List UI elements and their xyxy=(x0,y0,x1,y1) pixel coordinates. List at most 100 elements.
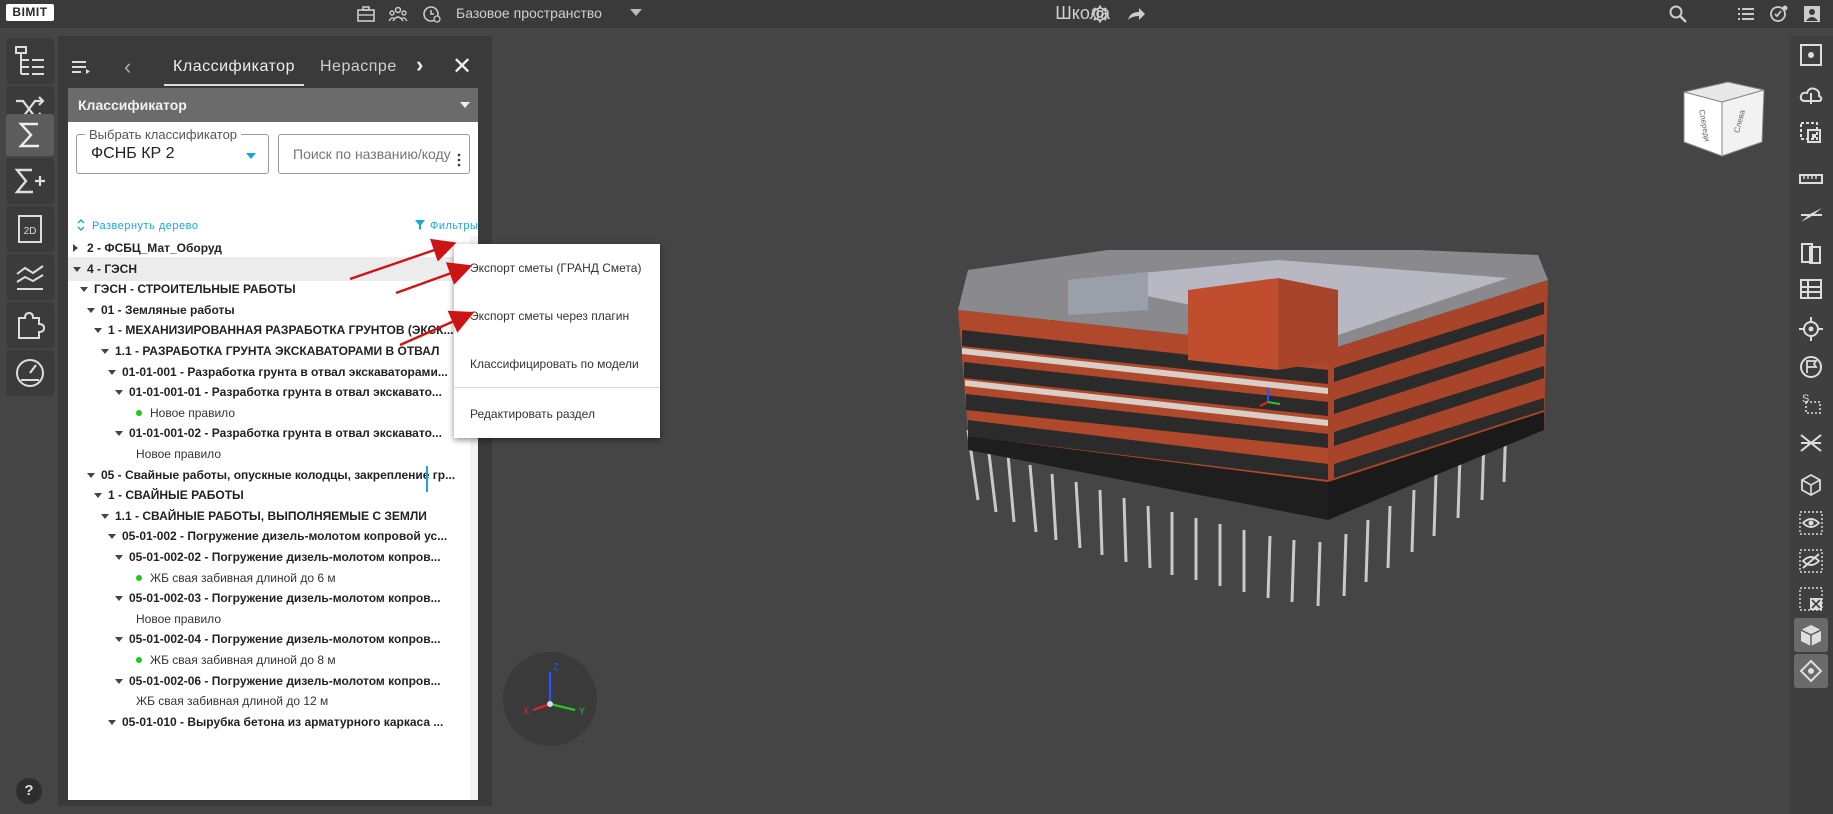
eye-icon[interactable] xyxy=(1794,506,1828,540)
status-dot xyxy=(136,657,142,663)
2d-icon[interactable]: 2D xyxy=(6,206,54,252)
expand-arrow-icon[interactable] xyxy=(115,637,123,643)
select-dimension-icon[interactable]: S xyxy=(1794,386,1828,420)
team-icon[interactable] xyxy=(386,2,410,26)
menu-item-export-plugin[interactable]: Экспорт сметы через плагин xyxy=(454,292,660,340)
box-view-icon[interactable] xyxy=(1794,618,1828,652)
bimit-logo[interactable]: BIMIT xyxy=(6,4,54,21)
classifier-panel: ‹ Классификатор Нераспре › ✕ Классификат… xyxy=(58,36,492,806)
layers-icon[interactable] xyxy=(1794,236,1828,270)
briefcase-icon[interactable] xyxy=(354,2,378,26)
filters-button[interactable]: Фильтры xyxy=(430,220,478,232)
search-icon[interactable] xyxy=(1666,2,1690,26)
tree-node-row[interactable]: 05-01-010 - Вырубка бетона из арматурног… xyxy=(68,710,466,734)
expand-arrow-icon[interactable] xyxy=(115,596,123,602)
menu-item-export-grand[interactable]: Экспорт сметы (ГРАНД Смета) xyxy=(454,244,660,292)
classifier-body: Выбрать классификатор ФСНБ КР 2 Разверну… xyxy=(68,122,478,800)
filter-icon[interactable] xyxy=(414,218,426,230)
chevron-down-icon[interactable] xyxy=(246,153,256,159)
notifications-icon[interactable] xyxy=(1766,2,1790,26)
classifier-select[interactable]: Выбрать классификатор ФСНБ КР 2 xyxy=(76,127,269,174)
space-selector[interactable]: Базовое пространство xyxy=(456,0,646,28)
target-icon[interactable] xyxy=(1794,312,1828,346)
close-icon[interactable]: ✕ xyxy=(452,52,472,81)
expand-arrow-icon[interactable] xyxy=(115,390,123,396)
context-menu: Экспорт сметы (ГРАНД Смета) Экспорт смет… xyxy=(454,244,660,438)
scroll-indicator xyxy=(426,466,428,492)
expand-arrow-icon[interactable] xyxy=(108,719,116,725)
collapse-arrow-icon[interactable] xyxy=(73,244,78,252)
help-button[interactable]: ? xyxy=(16,778,42,804)
share-icon[interactable] xyxy=(1124,2,1148,26)
expand-collapse-icon[interactable] xyxy=(76,218,86,232)
gauge-icon[interactable] xyxy=(6,350,54,396)
grid-icon[interactable] xyxy=(1794,272,1828,306)
tree-icon[interactable] xyxy=(6,38,54,84)
status-dot xyxy=(136,409,142,416)
axis-gizmo[interactable]: Z Y X xyxy=(503,652,597,746)
classifier-tree: 2 - ФСБЦ_Мат_Оборуд 4 - ГЭСН ГЭСН - СТРОИТ… xyxy=(68,236,466,800)
cube-icon[interactable] xyxy=(1794,468,1828,502)
expand-arrow-icon[interactable] xyxy=(94,493,102,499)
sum-plus-icon[interactable] xyxy=(6,158,54,204)
tab-classifier[interactable]: Классификатор xyxy=(164,52,304,86)
top-bar: BIMIT Базовое пространство Школа xyxy=(0,0,1833,28)
clock-settings-icon[interactable] xyxy=(420,2,444,26)
classifier-select-label: Выбрать классификатор xyxy=(85,127,242,142)
gear-icon[interactable] xyxy=(1088,2,1112,26)
gizmo-axis-x: X xyxy=(523,706,529,716)
section-icon[interactable] xyxy=(1794,198,1828,232)
puzzle-icon[interactable] xyxy=(6,302,54,348)
list-icon[interactable] xyxy=(1734,2,1758,26)
classifier-section-header[interactable]: Классификатор xyxy=(68,88,478,122)
expand-arrow-icon[interactable] xyxy=(115,678,123,684)
menu-item-edit-section[interactable]: Редактировать раздел xyxy=(454,390,660,438)
menu-icon[interactable] xyxy=(70,56,92,78)
classifier-section-title: Классификатор xyxy=(78,97,187,113)
sum-icon[interactable] xyxy=(6,114,54,156)
ruler-icon[interactable] xyxy=(1794,162,1828,196)
chart-lines-icon[interactable] xyxy=(6,254,54,300)
tab-unassigned[interactable]: Нераспре xyxy=(320,52,468,86)
expand-arrow-icon[interactable] xyxy=(108,534,116,540)
chevron-down-icon[interactable] xyxy=(460,102,470,108)
expand-arrow-icon[interactable] xyxy=(101,349,109,354)
search-input[interactable] xyxy=(278,134,470,174)
view-cube[interactable]: Спереди Слева xyxy=(1676,78,1768,160)
chevron-left-icon[interactable]: ‹ xyxy=(124,54,131,80)
right-tool-rail: S xyxy=(1790,36,1833,814)
fit-view-icon[interactable] xyxy=(1794,38,1828,72)
tree-row-label: 05-01-010 - Вырубка бетона из арматурног… xyxy=(122,714,444,729)
gizmo-axis-y: Y xyxy=(579,706,585,716)
clear-selection-icon[interactable] xyxy=(1794,582,1828,616)
menu-item-classify-by-model[interactable]: Классифицировать по модели xyxy=(454,340,660,388)
building-model[interactable] xyxy=(948,250,1548,630)
classifier-select-value: ФСНБ КР 2 xyxy=(91,145,175,162)
more-vert-icon[interactable] xyxy=(457,153,461,167)
cloud-icon[interactable] xyxy=(1794,78,1828,112)
crossing-icon[interactable] xyxy=(1794,426,1828,460)
expand-arrow-icon[interactable] xyxy=(101,513,109,519)
flag-icon[interactable] xyxy=(1794,350,1828,384)
expand-arrow-icon[interactable] xyxy=(80,287,88,293)
expand-tree-button[interactable]: Развернуть дерево xyxy=(92,220,198,232)
chevron-down-icon[interactable] xyxy=(630,9,642,16)
account-icon[interactable] xyxy=(1800,2,1824,26)
menu-divider xyxy=(454,387,660,388)
status-dot xyxy=(136,574,142,581)
2d-icon-label: 2D xyxy=(24,226,37,237)
expand-arrow-icon[interactable] xyxy=(94,328,102,334)
expand-arrow-icon[interactable] xyxy=(115,431,123,437)
gizmo-axis-z: Z xyxy=(553,662,559,672)
expand-arrow-icon[interactable] xyxy=(87,472,95,478)
expand-arrow-icon[interactable] xyxy=(115,555,123,560)
orbit-icon[interactable] xyxy=(1794,654,1828,688)
panel-tab-bar: ‹ Классификатор Нераспре › ✕ xyxy=(58,46,492,90)
expand-arrow-icon[interactable] xyxy=(87,307,95,313)
left-tool-rail: 2D xyxy=(0,36,58,436)
chevron-right-icon[interactable]: › xyxy=(416,52,423,78)
expand-arrow-icon[interactable] xyxy=(108,369,116,375)
select-area-icon[interactable] xyxy=(1794,116,1828,150)
expand-arrow-icon[interactable] xyxy=(73,266,81,272)
eye-off-icon[interactable] xyxy=(1794,544,1828,578)
